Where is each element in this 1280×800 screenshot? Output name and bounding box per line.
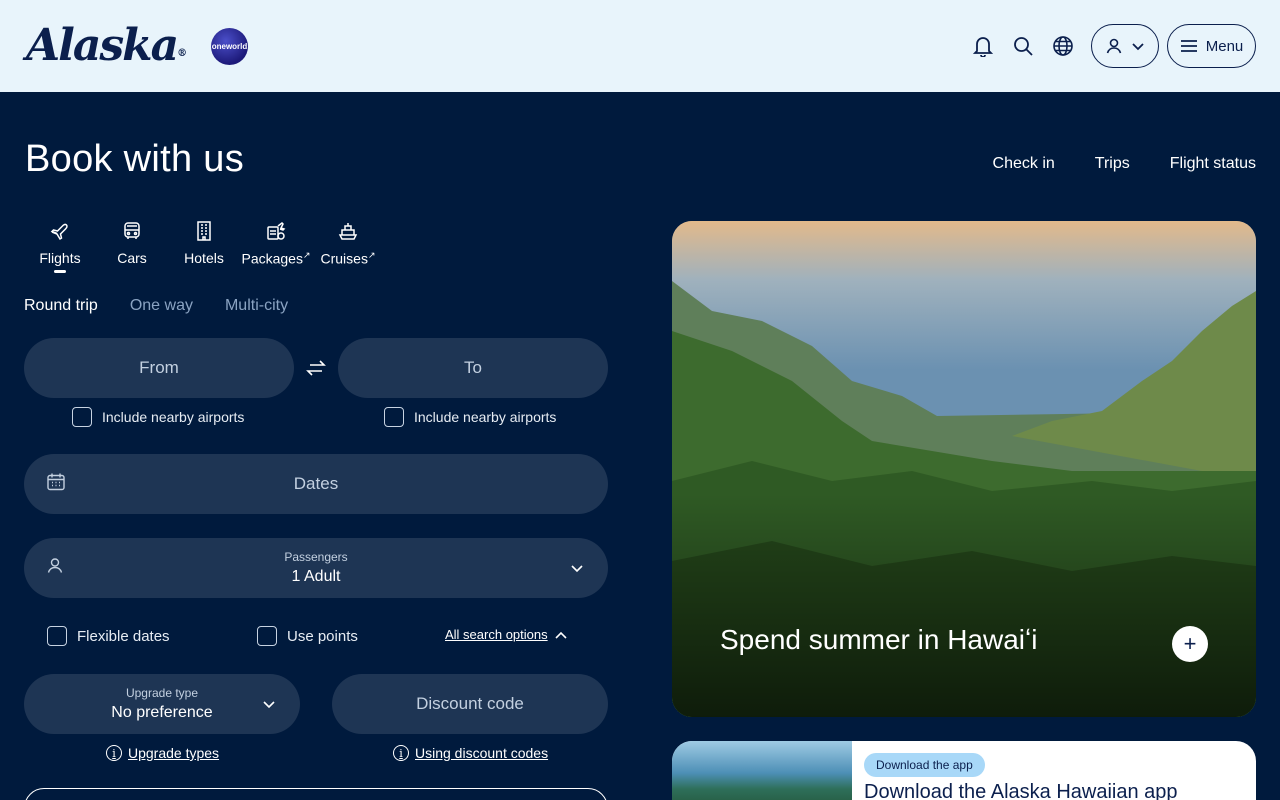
chevron-down-icon [570, 558, 584, 578]
upgrade-type-value: No preference [111, 704, 213, 721]
external-link-icon: ↗ [302, 250, 311, 260]
trips-link[interactable]: Trips [1095, 155, 1130, 173]
flight-status-link[interactable]: Flight status [1170, 155, 1256, 173]
menu-button[interactable]: Menu [1167, 24, 1256, 68]
trip-type-selector: Round trip One way Multi-city [24, 297, 288, 315]
user-icon [1106, 38, 1122, 54]
info-icon: i [106, 745, 122, 761]
check-in-link[interactable]: Check in [993, 155, 1055, 173]
upgrade-types-link[interactable]: i Upgrade types [106, 745, 219, 761]
checkbox[interactable] [257, 626, 277, 646]
app-promo-title: Download the Alaska Hawaiian app [864, 781, 1178, 800]
checkbox[interactable] [384, 407, 404, 427]
chevron-down-icon [1132, 43, 1144, 51]
trip-multi-city[interactable]: Multi-city [225, 297, 288, 315]
passengers-field[interactable]: Passengers 1 Adult [24, 538, 608, 598]
calendar-icon [46, 472, 66, 497]
app-badge: Download the app [864, 753, 985, 777]
passengers-label: Passengers [284, 550, 348, 564]
bell-icon[interactable] [972, 34, 994, 58]
swap-airports-icon[interactable] [304, 358, 328, 378]
tab-packages[interactable]: Packages↗ [240, 220, 312, 267]
quick-links: Check in Trips Flight status [993, 155, 1256, 173]
flexible-dates-checkbox[interactable]: Flexible dates [47, 626, 170, 646]
chevron-down-icon [262, 694, 276, 714]
booking-category-tabs: Flights Cars Hotels Packages↗ Cruises↗ [24, 220, 384, 273]
checkbox[interactable] [47, 626, 67, 646]
from-field[interactable]: From [24, 338, 294, 398]
info-icon: i [393, 745, 409, 761]
user-icon [46, 557, 64, 580]
passengers-value: 1 Adult [291, 568, 341, 585]
page-title: Book with us [25, 138, 245, 180]
hero-promo-card[interactable]: Spend summer in Hawaiʻi + [672, 221, 1256, 717]
search-icon[interactable] [1012, 34, 1034, 58]
chevron-up-icon [555, 631, 567, 639]
tab-cars[interactable]: Cars [96, 220, 168, 267]
trip-round-trip[interactable]: Round trip [24, 297, 98, 315]
oneworld-logo: oneworld [211, 28, 248, 65]
car-icon [124, 222, 140, 239]
upgrade-type-label: Upgrade type [125, 686, 199, 700]
plane-icon [50, 223, 68, 241]
discount-codes-link[interactable]: i Using discount codes [393, 745, 548, 761]
hotel-icon [197, 221, 211, 241]
discount-code-field[interactable]: Discount code [332, 674, 608, 734]
trip-one-way[interactable]: One way [130, 297, 193, 315]
all-search-options-link[interactable]: All search options [445, 627, 568, 642]
menu-label: Menu [1205, 37, 1244, 55]
nearby-from-checkbox[interactable]: Include nearby airports [72, 407, 244, 427]
external-link-icon: ↗ [367, 250, 376, 260]
tab-cruises[interactable]: Cruises↗ [312, 220, 384, 267]
hero-title: Spend summer in Hawaiʻi [720, 624, 1038, 655]
package-icon [267, 222, 286, 240]
search-flights-button[interactable] [24, 788, 608, 800]
checkbox[interactable] [72, 407, 92, 427]
hamburger-icon [1180, 40, 1197, 52]
app-promo-image [672, 741, 852, 800]
app-promo-card[interactable]: Download the app Download the Alaska Haw… [672, 741, 1256, 800]
account-button[interactable] [1091, 24, 1159, 68]
cruise-icon [338, 223, 358, 240]
nearby-to-checkbox[interactable]: Include nearby airports [384, 407, 556, 427]
to-field[interactable]: To [338, 338, 608, 398]
plus-icon[interactable]: + [1172, 626, 1208, 662]
use-points-checkbox[interactable]: Use points [257, 626, 358, 646]
tab-hotels[interactable]: Hotels [168, 220, 240, 267]
tab-flights[interactable]: Flights [24, 220, 96, 273]
globe-icon[interactable] [1052, 34, 1074, 58]
top-header: Alaska® oneworld Menu [0, 0, 1280, 92]
alaska-logo[interactable]: Alaska® [26, 20, 187, 71]
dates-field[interactable]: Dates [24, 454, 608, 514]
upgrade-type-select[interactable]: Upgrade type No preference [24, 674, 300, 734]
